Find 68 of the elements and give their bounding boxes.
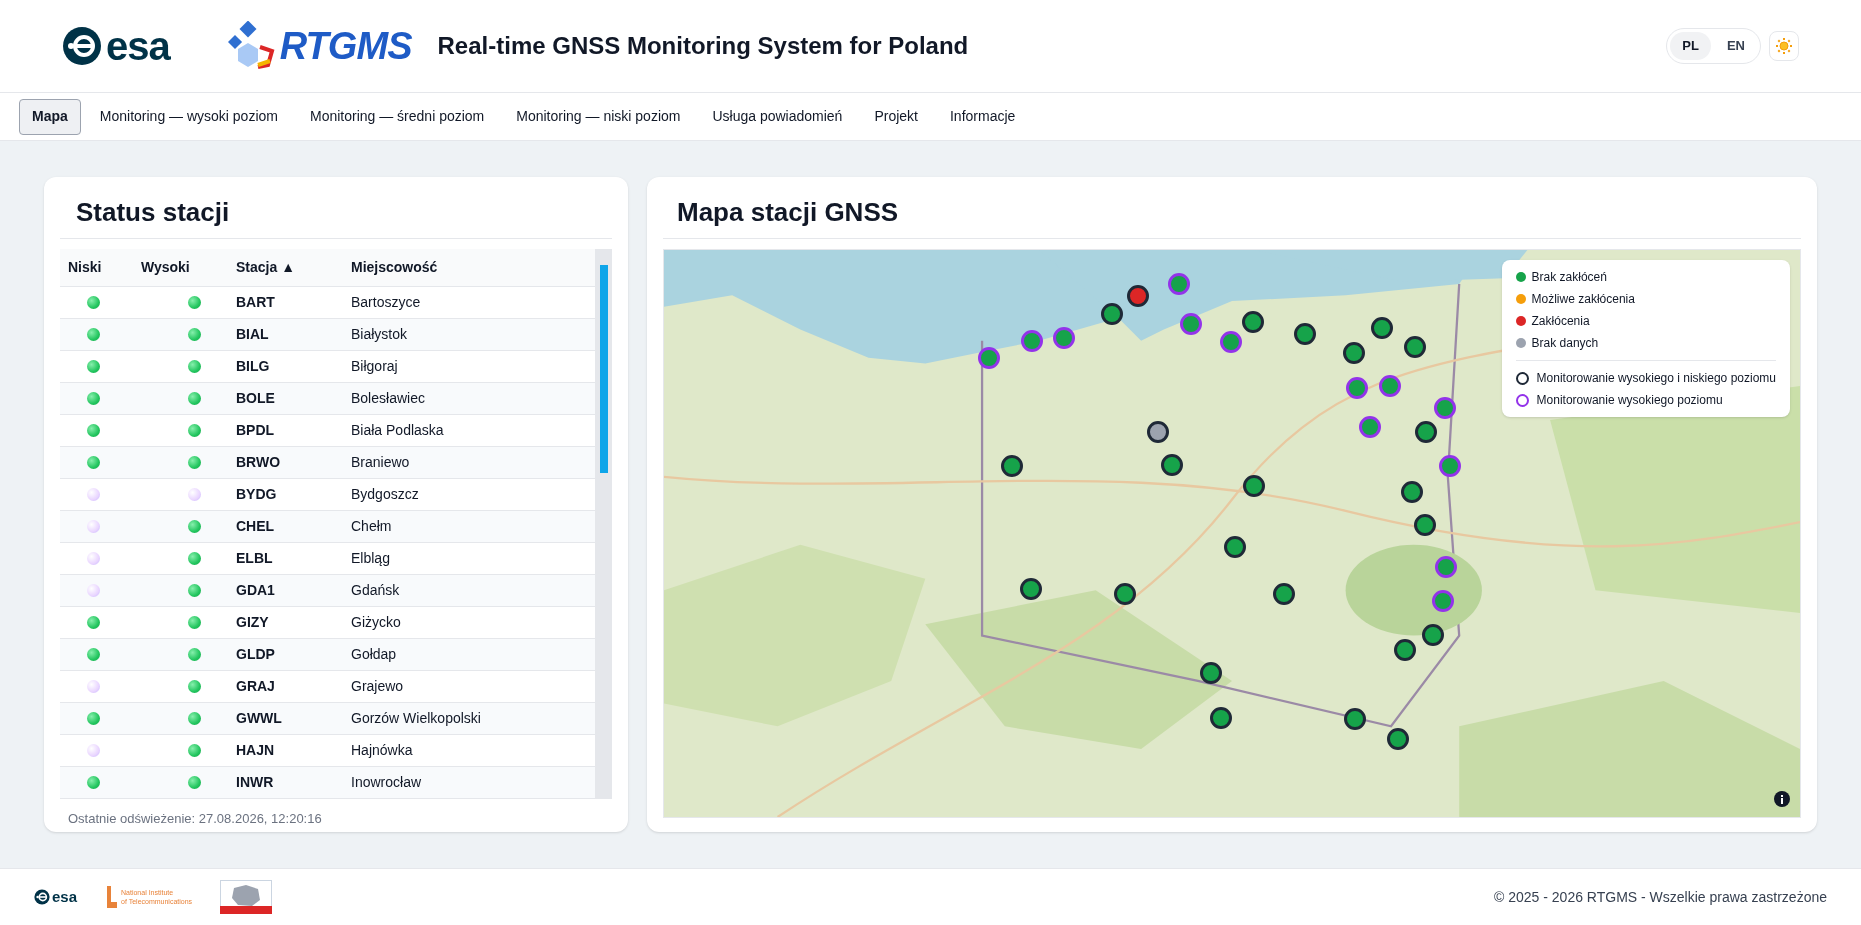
station-code: INWR [236, 773, 275, 792]
column-header: Wysoki [140, 258, 191, 277]
legend-label: Brak zakłóceń [1531, 269, 1607, 286]
station-city: Bartoszyce [351, 293, 422, 312]
station-code: GWWL [236, 709, 283, 728]
info-icon [1780, 794, 1784, 804]
station-code: GDA1 [236, 581, 276, 600]
station-city: Gdańsk [351, 581, 401, 600]
legend-label: Monitorowanie wysokiego i niskiego poziomu [1536, 370, 1776, 387]
copyright-text: © 2025 - 2026 RTGMS - Wszelkie prawa zastrzeżone [1494, 887, 1827, 907]
panel-title: Status stacji [60, 193, 612, 239]
station-code: CHEL [236, 517, 276, 536]
column-header[interactable]: Stacja ▲ [236, 257, 351, 278]
station-city: Biłgoraj [351, 357, 399, 376]
station-code: HAJN [236, 741, 276, 760]
station-code: GRAJ [236, 677, 276, 696]
poland-emblem-logo-icon [220, 880, 273, 914]
language-button[interactable]: EN [1714, 32, 1757, 60]
legend-label: Brak danych [1531, 335, 1599, 352]
language-button[interactable]: PL [1670, 32, 1711, 60]
station-city: Bydgoszcz [351, 485, 420, 504]
station-city: Gorzów Wielkopolski [351, 709, 482, 728]
station-code: BART [236, 293, 276, 312]
station-code: BOLE [236, 389, 276, 408]
last-refresh-text: Ostatnie odświeżenie: 27.08.2026, 12:20:16 [67, 810, 323, 828]
station-code: BRWO [236, 453, 282, 472]
station-city: Grajewo [351, 677, 405, 696]
rtgms-logo-text: RTGMS [279, 27, 412, 65]
scrollbar-thumb[interactable] [599, 265, 608, 473]
sun-icon [1775, 37, 1793, 55]
theme-toggle-button[interactable] [1769, 31, 1799, 61]
panel-title: Mapa stacji GNSS [663, 193, 1801, 239]
nav-tab[interactable]: Monitoring — niski poziom [503, 98, 694, 135]
station-code: BIAL [236, 325, 270, 344]
legend-label: Zakłócenia [1531, 313, 1590, 330]
nav-tab[interactable]: Monitoring — wysoki poziom [86, 98, 291, 135]
app-title: Real-time GNSS Monitoring System for Poland [437, 31, 969, 61]
nav-tab[interactable]: Usługa powiadomień [699, 98, 856, 135]
station-city: Bolesławiec [351, 389, 426, 408]
station-city: Chełm [351, 517, 393, 536]
station-city: Hajnówka [351, 741, 414, 760]
institute-logo-icon [105, 886, 118, 908]
esa-logo-text: esa [106, 26, 170, 66]
station-city: Biała Podlaska [351, 421, 445, 440]
esa-logo-icon [34, 889, 50, 905]
station-code: BYDG [236, 485, 278, 504]
nav-tab[interactable]: Mapa [19, 98, 81, 135]
station-city: Giżycko [351, 613, 402, 632]
station-code: ELBL [236, 549, 274, 568]
station-city: Gołdap [351, 645, 398, 664]
nav-tab[interactable]: Projekt [861, 98, 931, 135]
esa-logo-icon [62, 26, 102, 66]
station-city: Inowrocław [351, 773, 423, 792]
legend-label: Możliwe zakłócenia [1531, 291, 1635, 308]
station-map[interactable]: Brak zakłóceń Możliwe zakłócenia Zakłócenia Brak danych Monitorowanie wysokiego i niskiego poziomu Monitorowanie wysokiego poziomu [663, 249, 1801, 818]
column-header: Miejscowość [351, 258, 439, 277]
station-city: Braniewo [351, 453, 411, 472]
esa-logo-text: esa [52, 886, 78, 907]
column-header: Niski [67, 258, 103, 277]
station-code: BILG [236, 357, 271, 376]
legend-label: Monitorowanie wysokiego poziomu [1536, 392, 1723, 409]
nav-tab[interactable]: Monitoring — średni poziom [296, 98, 498, 135]
station-code: GIZY [236, 613, 270, 632]
nav-tab[interactable]: Informacje [937, 98, 1029, 135]
station-code: GLDP [236, 645, 276, 664]
station-city: Elbląg [351, 549, 391, 568]
station-code: BPDL [236, 421, 276, 440]
station-city: Białystok [351, 325, 409, 344]
